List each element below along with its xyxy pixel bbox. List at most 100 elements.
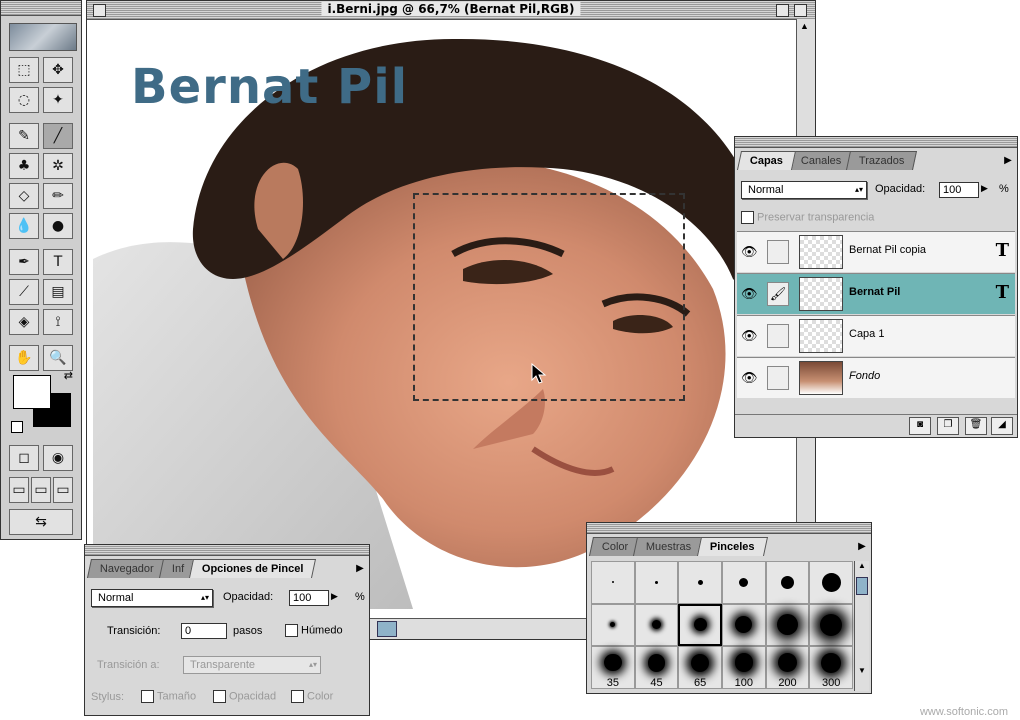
brush-preset[interactable] (722, 603, 766, 647)
brushes-tab-2[interactable]: Pinceles (696, 537, 768, 556)
jump-to-imageready-button[interactable]: ⇆ (9, 509, 73, 535)
scroll-up-icon[interactable]: ▲ (800, 21, 809, 31)
eyedropper-tool-button[interactable]: ⟟ (43, 309, 73, 335)
paint-mode-select[interactable]: Normal ▴▾ (91, 589, 213, 607)
add-mask-icon[interactable]: ◙ (909, 417, 931, 435)
marquee-selection[interactable] (413, 193, 685, 401)
stylus-size-option[interactable]: Tamaño (141, 690, 196, 703)
brushes-palette-title-bar[interactable] (587, 523, 871, 534)
options-palette-title-bar[interactable] (85, 545, 369, 556)
layers-tab-0[interactable]: Capas (736, 151, 797, 170)
opacity-input[interactable]: 100 (939, 182, 979, 198)
gradient-tool-button[interactable]: ▤ (43, 279, 73, 305)
brush-preset[interactable] (765, 603, 810, 647)
close-box-icon[interactable] (93, 4, 106, 17)
magic-wand-tool-button[interactable]: ✦ (43, 87, 73, 113)
brush-opacity-input[interactable]: 100 (289, 590, 329, 606)
brush-preset[interactable] (591, 603, 635, 647)
collapse-box-icon[interactable] (794, 4, 807, 17)
foreground-color-swatch[interactable] (13, 375, 51, 409)
measure-tool-button[interactable]: ⟋ (9, 279, 39, 305)
layer-row[interactable]: 👁 Fondo (737, 357, 1015, 398)
toolbox-title-bar[interactable] (1, 1, 81, 16)
brush-preset[interactable]: 200 (765, 646, 810, 689)
canvas-text-layer[interactable]: Bernat Pil (131, 59, 408, 115)
brush-preset[interactable] (722, 561, 766, 604)
type-tool-button[interactable]: T (43, 249, 73, 275)
brush-preset[interactable]: 35 (591, 646, 635, 689)
eraser-tool-button[interactable]: ◇ (9, 183, 39, 209)
brush-preset[interactable] (678, 561, 722, 604)
brush-preset[interactable] (809, 603, 853, 647)
preserve-transparency-checkbox[interactable] (741, 211, 754, 224)
pencil-tool-button[interactable]: ✏ (43, 183, 73, 209)
brushes-tab-1[interactable]: Muestras (633, 537, 705, 556)
brushes-menu-arrow-icon[interactable]: ▶ (856, 539, 868, 555)
opacity-slider-arrow-icon[interactable]: ▶ (981, 183, 988, 194)
preserve-transparency-option[interactable]: Preservar transparencia (741, 211, 874, 224)
paintbrush-link-icon[interactable] (767, 366, 789, 390)
wet-edges-checkbox[interactable] (285, 624, 298, 637)
brush-preset[interactable] (634, 603, 679, 647)
screen-mode-standard-button[interactable]: ▭ (9, 477, 29, 503)
resize-corner-icon[interactable]: ◢ (991, 417, 1013, 435)
swap-colors-icon[interactable]: ⇄ (64, 369, 73, 382)
brushes-scrollbar[interactable]: ▲ ▼ (854, 561, 869, 691)
blend-mode-select[interactable]: Normal ▴▾ (741, 181, 867, 199)
eye-icon[interactable]: 👁 (741, 286, 759, 302)
photoshop-logo[interactable] (9, 23, 77, 51)
eye-icon[interactable]: 👁 (741, 244, 759, 260)
airbrush-tool-button[interactable]: ✎ (9, 123, 39, 149)
paintbrush-link-icon[interactable] (767, 240, 789, 264)
document-title-bar[interactable]: i.Berni.jpg @ 66,7% (Bernat Pil,RGB) (87, 1, 815, 20)
screen-mode-full-menu-button[interactable]: ▭ (31, 477, 51, 503)
stylus-opacity-checkbox[interactable] (213, 690, 226, 703)
brush-preset[interactable] (765, 561, 810, 604)
zoom-box-icon[interactable] (776, 4, 789, 17)
paintbrush-tool-button[interactable]: ╱ (43, 123, 73, 149)
palette-menu-arrow-icon[interactable]: ▶ (1002, 153, 1014, 169)
brush-preset[interactable]: 100 (722, 646, 766, 689)
scroll-up-icon[interactable]: ▲ (855, 561, 869, 570)
options-menu-arrow-icon[interactable]: ▶ (354, 561, 366, 577)
standard-mode-button[interactable]: ◻ (9, 445, 39, 471)
stylus-size-checkbox[interactable] (141, 690, 154, 703)
lasso-tool-button[interactable]: ◌ (9, 87, 39, 113)
brush-preset[interactable] (809, 561, 853, 604)
brush-preset[interactable] (678, 603, 722, 647)
layers-tab-1[interactable]: Canales (788, 151, 855, 170)
layers-palette-title-bar[interactable] (735, 137, 1017, 148)
wet-edges-option[interactable]: Húmedo (285, 624, 343, 637)
eye-icon[interactable]: 👁 (741, 370, 759, 386)
brush-preset[interactable]: 45 (634, 646, 679, 689)
paintbrush-link-icon[interactable] (767, 324, 789, 348)
layer-row[interactable]: 👁 🖌 Bernat Pil T (737, 273, 1015, 314)
options-tab-2[interactable]: Opciones de Pincel (189, 559, 317, 578)
new-layer-icon[interactable]: ❐ (937, 417, 959, 435)
default-colors-icon[interactable] (11, 421, 23, 433)
paintbrush-link-icon[interactable]: 🖌 (767, 282, 789, 306)
quick-mask-button[interactable]: ◉ (43, 445, 73, 471)
screen-mode-full-button[interactable]: ▭ (53, 477, 73, 503)
brush-preset[interactable] (634, 561, 679, 604)
burn-tool-button[interactable]: ● (43, 213, 73, 239)
paint-bucket-tool-button[interactable]: ◈ (9, 309, 39, 335)
stylus-color-checkbox[interactable] (291, 690, 304, 703)
horizontal-scroll-thumb[interactable] (377, 621, 397, 637)
marquee-tool-button[interactable]: ⬚ (9, 57, 39, 83)
brush-preset[interactable] (591, 561, 635, 604)
layer-row[interactable]: 👁 Bernat Pil copia T (737, 231, 1015, 272)
eye-icon[interactable]: 👁 (741, 328, 759, 344)
zoom-tool-button[interactable]: 🔍 (43, 345, 73, 371)
transition-to-select[interactable]: Transparente ▴▾ (183, 656, 321, 674)
hand-tool-button[interactable]: ✋ (9, 345, 39, 371)
scroll-down-icon[interactable]: ▼ (855, 666, 869, 675)
rubber-stamp-tool-button[interactable]: ♣ (9, 153, 39, 179)
stylus-opacity-option[interactable]: Opacidad (213, 690, 276, 703)
options-tab-0[interactable]: Navegador (86, 559, 167, 578)
brush-preset[interactable]: 300 (809, 646, 853, 689)
history-brush-tool-button[interactable]: ✲ (43, 153, 73, 179)
brush-preset[interactable]: 65 (678, 646, 722, 689)
brushes-scroll-thumb[interactable] (856, 577, 868, 595)
trash-icon[interactable]: 🗑 (965, 417, 987, 435)
